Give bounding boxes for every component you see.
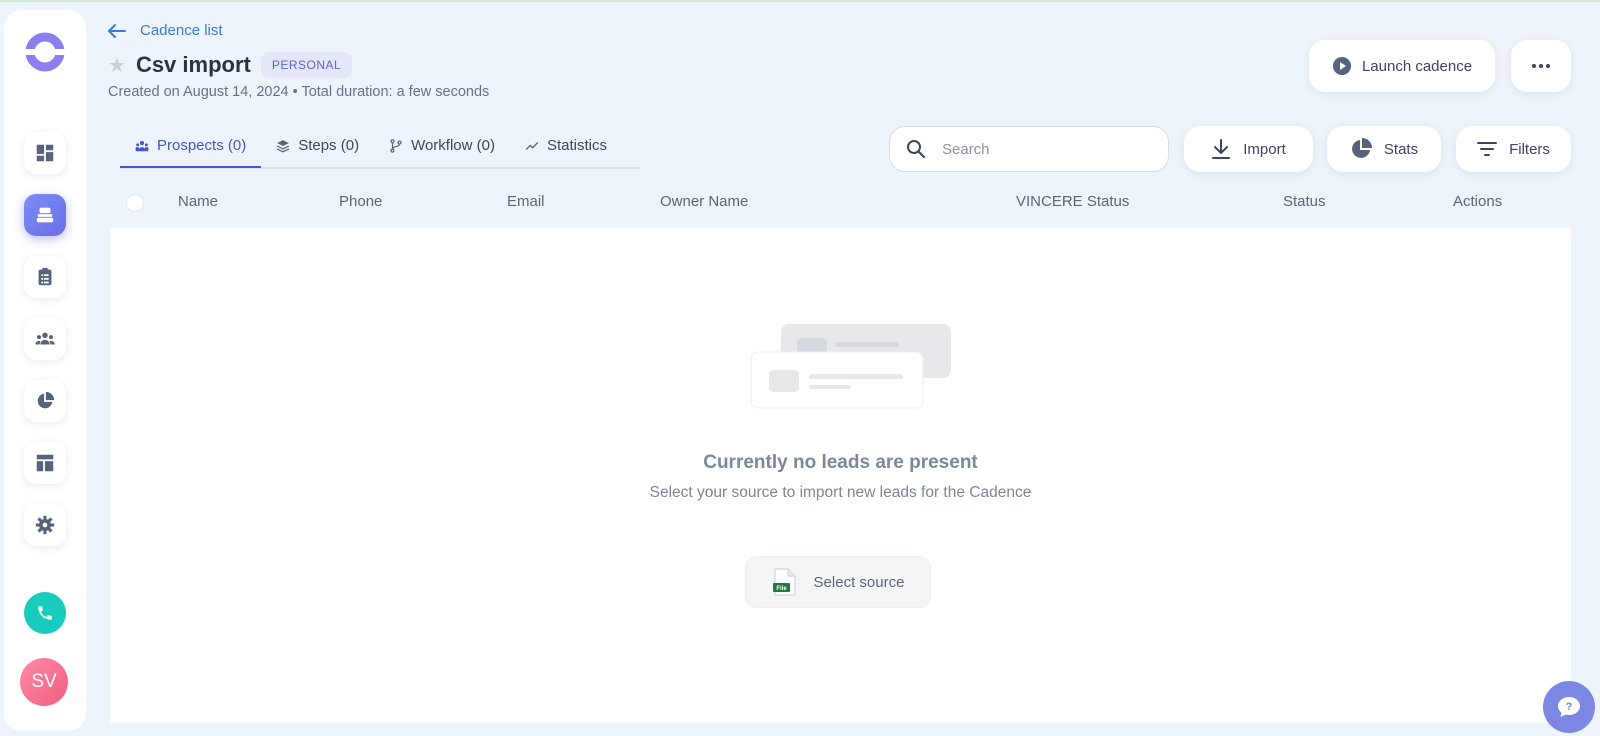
top-accent-line xyxy=(0,0,1600,2)
sidebar: SV xyxy=(4,10,86,731)
layers-icon xyxy=(277,139,290,152)
select-all-checkbox[interactable] xyxy=(126,194,144,212)
more-options-button[interactable] xyxy=(1511,40,1571,92)
back-link-label: Cadence list xyxy=(140,22,223,39)
cadence-tabs: Prospects (0) Steps (0) Workflow (0) Sta… xyxy=(120,127,640,169)
more-horizontal-icon xyxy=(1532,64,1550,68)
avatar[interactable]: SV xyxy=(20,658,68,706)
search-input[interactable] xyxy=(942,140,1142,158)
tab-prospects[interactable]: Prospects (0) xyxy=(120,127,262,168)
arrow-left-icon xyxy=(108,23,126,38)
column-header-vincere-status[interactable]: VINCERE Status xyxy=(1016,193,1129,210)
tasks-icon xyxy=(38,267,52,286)
tab-workflow[interactable]: Workflow (0) xyxy=(374,127,510,166)
page-title: Csv import xyxy=(135,52,251,77)
select-source-label: Select source xyxy=(813,573,905,591)
dashboard-icon xyxy=(36,144,54,162)
play-circle-icon xyxy=(1332,57,1351,75)
sidebar-item-settings[interactable] xyxy=(24,504,66,546)
column-header-email[interactable]: Email xyxy=(507,193,545,210)
sidebar-item-cadence[interactable] xyxy=(24,194,66,236)
sidebar-item-tasks[interactable] xyxy=(24,256,66,298)
sidebar-item-people[interactable] xyxy=(24,318,66,360)
select-source-button[interactable]: File Select source xyxy=(745,556,931,608)
search-box[interactable] xyxy=(889,126,1169,172)
column-header-status[interactable]: Status xyxy=(1283,193,1326,210)
file-icon-text: File xyxy=(776,586,787,592)
column-header-actions[interactable]: Actions xyxy=(1453,193,1502,210)
cadence-icon xyxy=(36,207,54,223)
title-row: ★ Csv import PERSONAL xyxy=(108,52,353,78)
help-chat-icon: ? xyxy=(1558,697,1580,717)
reports-icon xyxy=(37,391,55,409)
tab-statistics[interactable]: Statistics xyxy=(510,127,622,166)
created-meta: Created on August 14, 2024 • Total durat… xyxy=(108,84,490,100)
help-chat-button[interactable]: ? xyxy=(1543,681,1595,733)
filters-button[interactable]: Filters xyxy=(1456,126,1571,172)
column-header-name[interactable]: Name xyxy=(178,193,218,210)
trend-icon xyxy=(525,141,539,150)
settings-icon xyxy=(35,515,55,535)
personal-badge: PERSONAL xyxy=(260,52,353,78)
stats-label: Stats xyxy=(1383,140,1419,158)
file-icon: File xyxy=(772,568,796,596)
launch-cadence-label: Launch cadence xyxy=(1361,57,1473,75)
people-icon xyxy=(135,140,149,151)
column-header-owner-name[interactable]: Owner Name xyxy=(660,193,748,210)
prospects-table-body: Currently no leads are present Select yo… xyxy=(110,228,1571,723)
search-icon xyxy=(907,140,926,159)
import-button[interactable]: Import xyxy=(1184,126,1313,172)
tab-steps-label: Steps (0) xyxy=(298,137,360,154)
import-label: Import xyxy=(1243,140,1286,158)
people-icon xyxy=(35,332,55,345)
empty-state-title: Currently no leads are present xyxy=(703,452,978,473)
back-link[interactable]: Cadence list xyxy=(108,22,223,39)
star-icon[interactable]: ★ xyxy=(108,53,126,78)
filters-label: Filters xyxy=(1509,140,1550,158)
phone-button[interactable] xyxy=(24,592,66,634)
empty-state-subtitle: Select your source to import new leads f… xyxy=(649,484,1032,501)
pie-chart-icon xyxy=(1351,138,1372,158)
sidebar-item-dashboard[interactable] xyxy=(24,132,66,174)
tab-prospects-label: Prospects (0) xyxy=(157,137,247,154)
filter-icon xyxy=(1477,142,1498,156)
phone-icon xyxy=(38,606,52,620)
tab-steps[interactable]: Steps (0) xyxy=(261,127,374,166)
empty-state-illustration xyxy=(750,324,951,409)
tab-workflow-label: Workflow (0) xyxy=(411,137,495,154)
tab-statistics-label: Statistics xyxy=(546,137,607,154)
svg-text:?: ? xyxy=(1566,701,1573,713)
column-header-phone[interactable]: Phone xyxy=(339,193,382,210)
branch-icon xyxy=(390,138,402,153)
app-logo[interactable] xyxy=(25,32,65,72)
templates-icon xyxy=(36,454,54,472)
sidebar-item-templates[interactable] xyxy=(24,442,66,484)
table-header: Name Phone Email Owner Name VINCERE Stat… xyxy=(110,183,1571,223)
sidebar-item-reports[interactable] xyxy=(24,380,66,422)
launch-cadence-button[interactable]: Launch cadence xyxy=(1309,40,1495,92)
stats-button[interactable]: Stats xyxy=(1327,126,1441,172)
download-icon xyxy=(1212,139,1231,159)
